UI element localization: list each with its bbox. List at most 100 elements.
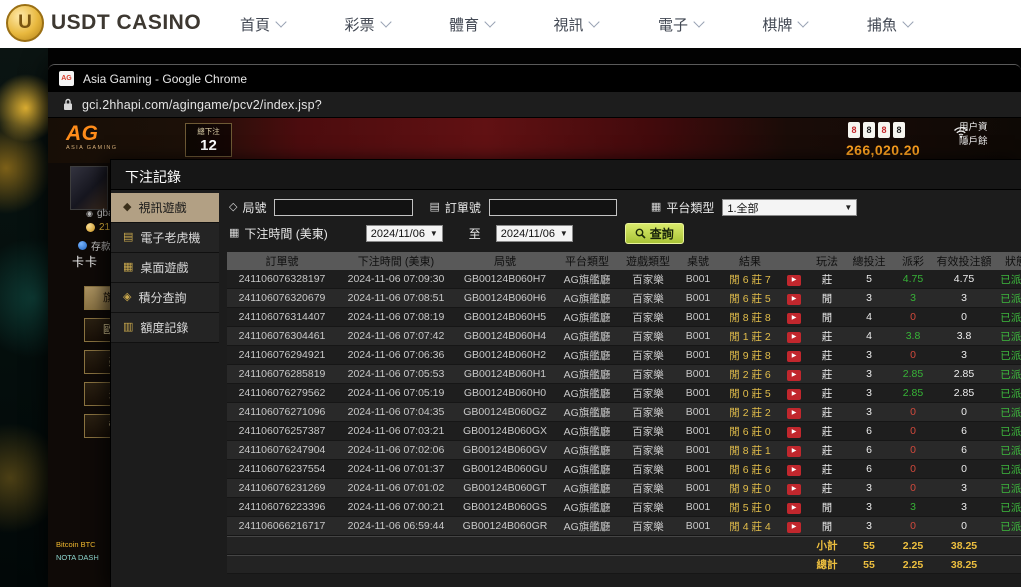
ag-logo[interactable]: AG ASIA GAMING [66,123,117,152]
cell-total-bet: 4 [847,330,891,342]
menu-item-slots[interactable]: ▤ 電子老虎機 [111,223,219,253]
cell-game-type: 百家樂 [619,386,677,401]
nav-item-chess[interactable]: 棋牌 [762,14,807,35]
cell-total-bet: 5 [847,273,891,285]
deposit-row[interactable]: 存款 [78,238,111,253]
table-row: 241106076314407 2024-11-06 07:08:19 GB00… [227,308,1021,327]
ag-right-menu[interactable]: 用户資 隱戶餘 [959,121,1021,149]
cell-order-no: 241106076294921 [227,349,337,361]
cell-play: 莊 [807,348,847,363]
balance-toggle-label[interactable]: 隱戶餘 [959,135,1021,149]
site-logo[interactable]: U USDT CASINO [6,4,201,42]
cell-order-no: 241106076223396 [227,501,337,513]
cell-replay: ▶ [781,310,807,324]
play-icon[interactable]: ▶ [787,294,801,305]
cell-status: 已派彩 [993,443,1021,458]
search-icon [635,228,646,239]
cell-status: 已派彩 [993,386,1021,401]
cell-round-no: GB00124B060GS [455,501,555,513]
cell-payout: 0 [891,520,935,532]
play-icon[interactable]: ▶ [787,446,801,457]
cell-valid-bet: 3.8 [935,330,993,342]
user-info-label[interactable]: 用户資 [959,121,1021,135]
cell-round-no: GB00124B060GZ [455,406,555,418]
play-icon[interactable]: ▶ [787,389,801,400]
order-no-input[interactable] [489,199,617,216]
cell-round-no: GB00124B060H2 [455,349,555,361]
play-icon[interactable]: ▶ [787,465,801,476]
cell-status: 已派彩 [993,329,1021,344]
nav-label: 首頁 [240,14,270,35]
cell-valid-bet: 0 [935,520,993,532]
cell-valid-bet: 2.85 [935,368,993,380]
play-icon[interactable]: ▶ [787,408,801,419]
cell-platform: AG旗艦廳 [555,272,619,287]
modal-menu: ◆ 視訊遊戲 ▤ 電子老虎機 ▦ 桌面遊戲 ◈ 積分查詢 [111,193,219,343]
cell-order-no: 241106076328197 [227,273,337,285]
menu-item-table-games[interactable]: ▦ 桌面遊戲 [111,253,219,283]
cell-order-no: 241106076257387 [227,425,337,437]
play-icon[interactable]: ▶ [787,351,801,362]
play-icon[interactable]: ▶ [787,313,801,324]
cell-platform: AG旗艦廳 [555,405,619,420]
play-icon[interactable]: ▶ [787,370,801,381]
menu-item-video-games[interactable]: ◆ 視訊遊戲 [111,193,219,223]
url-text[interactable]: gci.2hhapi.com/agingame/pcv2/index.jsp? [82,98,322,112]
round-no-input[interactable] [274,199,413,216]
table-row: 241106076279562 2024-11-06 07:05:19 GB00… [227,384,1021,403]
nav-item-sports[interactable]: 體育 [449,14,494,35]
usdt-coin-icon: U [6,4,44,42]
cell-valid-bet: 6 [935,444,993,456]
cell-payout: 2.85 [891,368,935,380]
avatar[interactable] [70,166,108,210]
total-bet: 55 [847,559,891,571]
play-icon[interactable]: ▶ [787,503,801,514]
cell-table-no: B001 [677,349,719,361]
play-icon[interactable]: ▶ [787,275,801,286]
nav-item-home[interactable]: 首頁 [240,14,285,35]
date-to-select[interactable]: 2024/11/06 ▼ [496,225,573,242]
search-button[interactable]: 查詢 [625,223,684,244]
cell-play: 莊 [807,462,847,477]
ag-logo-text: AG [66,123,117,144]
play-icon[interactable]: ▶ [787,427,801,438]
play-icon[interactable]: ▶ [787,332,801,343]
cell-round-no: GB00124B060H5 [455,311,555,323]
nav-label: 彩票 [344,14,374,35]
nav-item-fishing[interactable]: 捕魚 [867,14,912,35]
cell-replay: ▶ [781,291,807,305]
cell-valid-bet: 0 [935,311,993,323]
nav-item-lottery[interactable]: 彩票 [344,14,389,35]
table-row: 241106076285819 2024-11-06 07:05:53 GB00… [227,365,1021,384]
chrome-urlbar[interactable]: gci.2hhapi.com/agingame/pcv2/index.jsp? [48,92,1021,118]
cell-order-no: 241106076247904 [227,444,337,456]
nav-item-live[interactable]: 視訊 [553,14,598,35]
date-from-select[interactable]: 2024/11/06 ▼ [366,225,443,242]
platform-type-select[interactable]: 1.全部 ▼ [722,199,857,216]
cell-order-no: 241106076279562 [227,387,337,399]
menu-item-points-query[interactable]: ◈ 積分查詢 [111,283,219,313]
play-icon[interactable]: ▶ [787,484,801,495]
nav-item-slots[interactable]: 電子 [658,14,703,35]
cell-result: 閒 5 莊 0 [719,500,781,515]
total-bet-value: 12 [186,137,231,154]
chrome-titlebar[interactable]: AG Asia Gaming - Google Chrome [48,65,1021,92]
table-row: 241106076304461 2024-11-06 07:07:42 GB00… [227,327,1021,346]
cell-platform: AG旗艦廳 [555,329,619,344]
cell-total-bet: 3 [847,501,891,513]
cell-round-no: GB00124B060H6 [455,292,555,304]
cell-result: 閒 8 莊 8 [719,310,781,325]
order-no-label-group: ▤ 訂單號 [429,199,480,216]
cell-round-no: GB00124B060GT [455,482,555,494]
cell-payout: 0 [891,463,935,475]
play-icon[interactable]: ▶ [787,522,801,533]
cell-time: 2024-11-06 07:05:53 [337,368,455,380]
cell-time: 2024-11-06 07:00:21 [337,501,455,513]
cell-game-type: 百家樂 [619,462,677,477]
col-header-result: 結果 [719,253,781,269]
platform-type-value: 1.全部 [727,200,758,216]
cell-game-type: 百家樂 [619,481,677,496]
menu-item-quota-records[interactable]: ▥ 額度記錄 [111,313,219,343]
cell-order-no: 241106076304461 [227,330,337,342]
card-icon: 8 [863,122,875,138]
